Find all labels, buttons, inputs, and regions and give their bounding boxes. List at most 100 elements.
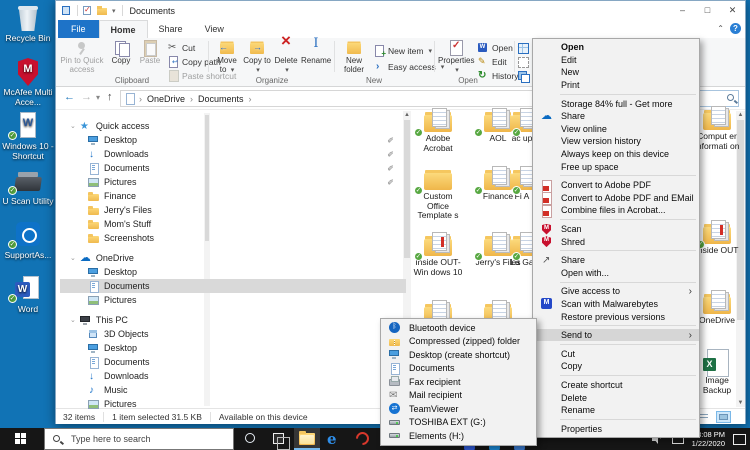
quick-access-toolbar-checkbox-icon[interactable]: [82, 5, 93, 16]
send-to-menu-item[interactable]: Elements (H:): [381, 429, 536, 443]
recent-locations-chevron-icon[interactable]: ▾: [96, 93, 100, 102]
nav-item[interactable]: Desktop ✐: [60, 133, 406, 147]
start-button[interactable]: [0, 428, 44, 450]
quick-access-toolbar-properties-icon[interactable]: [61, 5, 72, 16]
send-to-menu-item[interactable]: TeamViewer: [381, 402, 536, 416]
send-to-menu-item[interactable]: Mail recipient: [381, 389, 536, 403]
nav-item[interactable]: Documents ✐: [60, 161, 406, 175]
taskbar-search-input[interactable]: Type here to search: [44, 428, 234, 450]
context-menu-item[interactable]: Convert to Adobe PDF and EMail: [533, 192, 699, 205]
context-menu-item[interactable]: Print: [533, 79, 699, 92]
nav-item[interactable]: Finance ✐: [60, 189, 406, 203]
cortana-button[interactable]: [238, 428, 264, 450]
nav-item[interactable]: Pictures ✐: [60, 175, 406, 189]
file-item[interactable]: OneDrive: [694, 289, 740, 326]
file-item[interactable]: Inside OUT: [694, 219, 740, 256]
context-menu-item[interactable]: Rename: [533, 404, 699, 417]
nav-item[interactable]: Downloads ✐: [60, 369, 406, 383]
file-item[interactable]: Inside OUT-Win dows 10: [412, 231, 464, 277]
send-to-menu-item[interactable]: Bluetooth device: [381, 321, 536, 335]
nav-item[interactable]: Desktop ✐: [60, 341, 406, 355]
nav-item[interactable]: Jerry's Files ✐: [60, 203, 406, 217]
context-menu-item[interactable]: Delete: [533, 391, 699, 404]
context-menu-item[interactable]: Give access to: [533, 285, 699, 298]
context-menu-item[interactable]: Create shortcut: [533, 379, 699, 392]
context-menu-item[interactable]: Open: [533, 41, 699, 54]
send-to-menu-item[interactable]: Desktop (create shortcut): [381, 348, 536, 362]
customize-quick-access-chevron-icon[interactable]: ▾: [112, 7, 116, 15]
file-item[interactable]: Custom Office Template s: [412, 165, 464, 221]
context-menu-item[interactable]: Free up space: [533, 160, 699, 173]
ribbon-tab[interactable]: Share: [148, 20, 194, 38]
desktop-icon[interactable]: Windows 10 - Shortcut: [1, 112, 55, 161]
minimize-button[interactable]: –: [670, 1, 695, 20]
desktop-icon[interactable]: SupportAs...: [1, 221, 55, 261]
nav-item[interactable]: This PC ✐: [60, 313, 406, 327]
up-arrow-icon[interactable]: ↑: [107, 91, 113, 103]
desktop-icon[interactable]: Recycle Bin: [1, 4, 55, 44]
forward-arrow-icon[interactable]: →: [81, 91, 92, 103]
nav-item[interactable]: Documents ✐: [60, 355, 406, 369]
nav-item[interactable]: OneDrive ✐: [60, 251, 406, 265]
send-to-menu-item[interactable]: TOSHIBA EXT (G:): [381, 416, 536, 430]
new-folder-button[interactable]: New folder: [338, 40, 370, 74]
file-item[interactable]: Fi A: [510, 165, 534, 202]
nav-item[interactable]: Mom's Stuff ✐: [60, 217, 406, 231]
context-menu-item[interactable]: Always keep on this device: [533, 148, 699, 161]
nav-item[interactable]: Pictures ✐: [60, 397, 406, 411]
file-item[interactable]: ac up: [510, 107, 534, 144]
context-menu-item[interactable]: Properties: [533, 422, 699, 435]
file-item[interactable]: Image Backup: [694, 349, 740, 395]
file-item[interactable]: Comput er Informati on: [694, 105, 740, 151]
nav-item[interactable]: Screenshots ✐: [60, 231, 406, 245]
context-menu-item[interactable]: Share: [533, 254, 699, 267]
context-menu-item[interactable]: View online: [533, 123, 699, 136]
back-arrow-icon[interactable]: ←: [64, 91, 75, 103]
send-to-menu-item[interactable]: Documents: [381, 362, 536, 376]
ribbon-tab[interactable]: File: [58, 20, 99, 38]
file-item[interactable]: La Ga: [510, 231, 534, 268]
edge-taskbar-button[interactable]: e: [322, 428, 348, 450]
send-to-menu-item[interactable]: Compressed (zipped) folder: [381, 335, 536, 349]
context-menu-item[interactable]: Copy: [533, 360, 699, 373]
pin-to-quick-access-button[interactable]: Pin to Quick access: [60, 40, 104, 74]
context-menu-item[interactable]: Storage 84% full - Get more: [533, 97, 699, 110]
move-to-button[interactable]: Move to: [213, 40, 241, 75]
copy-to-button[interactable]: Copy to: [243, 40, 271, 75]
context-menu-item[interactable]: Scan with Malwarebytes: [533, 298, 699, 311]
context-menu-item[interactable]: Cut: [533, 347, 699, 360]
paste-button[interactable]: Paste: [136, 40, 164, 66]
context-menu-item[interactable]: Share: [533, 110, 699, 123]
task-view-button[interactable]: [266, 428, 292, 450]
nav-item[interactable]: Quick access ✐: [60, 119, 406, 133]
send-to-menu-item[interactable]: Fax recipient: [381, 375, 536, 389]
breadcrumb-item[interactable]: OneDrive: [147, 94, 198, 104]
breadcrumb-item[interactable]: Documents: [198, 94, 257, 104]
desktop-icon[interactable]: McAfee Multi Acce...: [1, 58, 55, 107]
cut-button[interactable]: Cut: [168, 41, 195, 54]
context-menu-item[interactable]: Scan: [533, 223, 699, 236]
ribbon-tab[interactable]: Home: [99, 20, 148, 38]
nav-item[interactable]: Downloads ✐: [60, 147, 406, 161]
quick-access-toolbar-folder-icon[interactable]: [97, 5, 108, 16]
nav-item[interactable]: Documents ✐: [60, 279, 406, 293]
action-center-icon[interactable]: [733, 434, 746, 445]
nav-item[interactable]: 3D Objects ✐: [60, 327, 406, 341]
nav-item[interactable]: Pictures ✐: [60, 293, 406, 307]
nav-item[interactable]: Music ✐: [60, 383, 406, 397]
delete-button[interactable]: Delete: [273, 40, 299, 75]
context-menu-item[interactable]: Shred: [533, 235, 699, 248]
copy-button[interactable]: Copy: [108, 40, 134, 66]
context-menu-item[interactable]: Convert to Adobe PDF: [533, 179, 699, 192]
acrobat-taskbar-button[interactable]: [350, 428, 376, 450]
rename-button[interactable]: Rename: [301, 40, 331, 66]
context-menu-item[interactable]: Combine files in Acrobat...: [533, 204, 699, 217]
desktop-icon[interactable]: Word: [1, 275, 55, 315]
nav-item[interactable]: Desktop ✐: [60, 265, 406, 279]
context-menu-item[interactable]: Open with...: [533, 267, 699, 280]
context-menu-item[interactable]: Edit: [533, 54, 699, 67]
context-menu-item[interactable]: View version history: [533, 135, 699, 148]
file-item[interactable]: Adobe Acrobat: [412, 107, 464, 153]
context-menu-item[interactable]: Restore previous versions: [533, 310, 699, 323]
context-menu-item[interactable]: New: [533, 66, 699, 79]
